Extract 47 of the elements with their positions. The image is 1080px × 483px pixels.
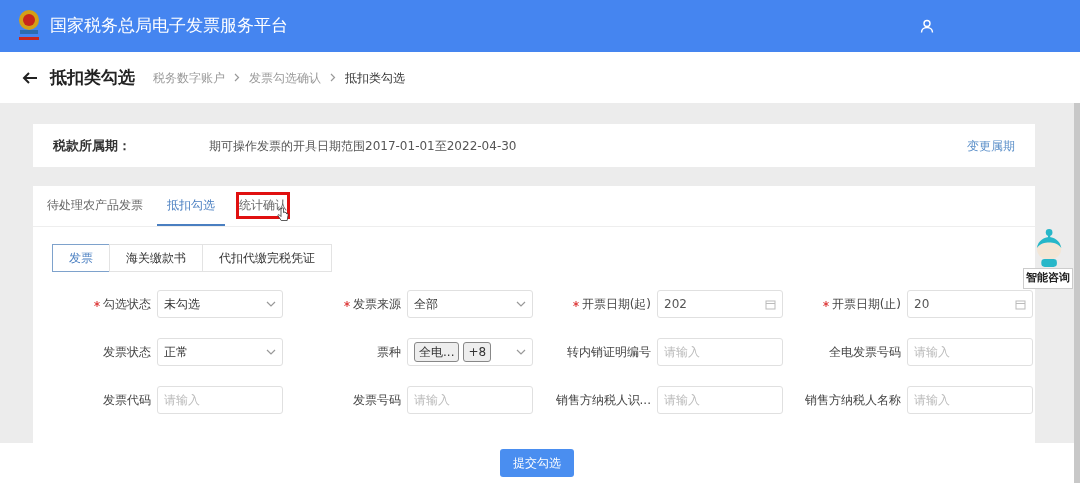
tab[interactable]: 统计确认 <box>229 185 297 226</box>
select-field[interactable]: 全部 <box>407 290 533 318</box>
select-field[interactable]: 未勾选 <box>157 290 283 318</box>
date-field[interactable]: 20 <box>907 290 1033 318</box>
assistant-label[interactable]: 智能咨询 <box>1023 268 1073 289</box>
calendar-icon[interactable] <box>1015 298 1026 310</box>
sub-tab[interactable]: 海关缴款书 <box>109 244 203 272</box>
input-field[interactable]: 请输入 <box>907 338 1033 366</box>
tab[interactable]: 抵扣勾选 <box>157 185 225 226</box>
field-label: 票种 <box>377 344 401 361</box>
select-field[interactable]: 正常 <box>157 338 283 366</box>
sub-tab[interactable]: 代扣代缴完税凭证 <box>202 244 332 272</box>
period-info-text: 期可操作发票的开具日期范围2017-01-01至2022-04-30 <box>209 137 517 155</box>
input-field[interactable]: 请输入 <box>907 386 1033 414</box>
input-field[interactable]: 请输入 <box>657 338 783 366</box>
input-field[interactable]: 请输入 <box>407 386 533 414</box>
platform-title: 国家税务总局电子发票服务平台 <box>50 14 288 38</box>
multi-select-field[interactable]: 全电... +8 <box>407 338 533 366</box>
field-label: 开票日期(止) <box>831 296 901 313</box>
field-label: 发票号码 <box>353 392 401 409</box>
chevron-down-icon[interactable] <box>266 301 276 307</box>
chevron-down-icon[interactable] <box>266 349 276 355</box>
field-label: 销售方纳税人名称 <box>805 392 901 409</box>
input-field[interactable]: 请输入 <box>657 386 783 414</box>
field-label: 开票日期(起) <box>581 296 651 313</box>
date-field[interactable]: 202 <box>657 290 783 318</box>
back-arrow-icon[interactable] <box>22 69 38 86</box>
field-label: 转内销证明编号 <box>567 344 651 361</box>
chevron-down-icon[interactable] <box>516 349 526 355</box>
chevron-right-icon <box>234 73 240 82</box>
field-label: 勾选状态 <box>103 296 151 313</box>
breadcrumb-link[interactable]: 抵扣类勾选 <box>345 68 405 87</box>
period-label: 税款所属期： <box>53 136 131 155</box>
user-icon[interactable] <box>920 19 934 33</box>
change-period-link[interactable]: 变更属期 <box>967 136 1015 155</box>
field-label: 发票状态 <box>103 344 151 361</box>
input-field[interactable]: 请输入 <box>157 386 283 414</box>
field-label: 发票来源 <box>353 296 401 313</box>
tab[interactable]: 待处理农产品发票 <box>37 185 153 226</box>
page-title: 抵扣类勾选 <box>50 65 135 89</box>
field-label: 销售方纳税人识... <box>555 392 651 409</box>
sub-tab[interactable]: 发票 <box>52 244 110 272</box>
field-label: 发票代码 <box>103 392 151 409</box>
chevron-down-icon[interactable] <box>516 301 526 307</box>
chevron-right-icon <box>330 73 336 82</box>
field-label: 全电发票号码 <box>829 344 901 361</box>
calendar-icon[interactable] <box>765 298 776 310</box>
